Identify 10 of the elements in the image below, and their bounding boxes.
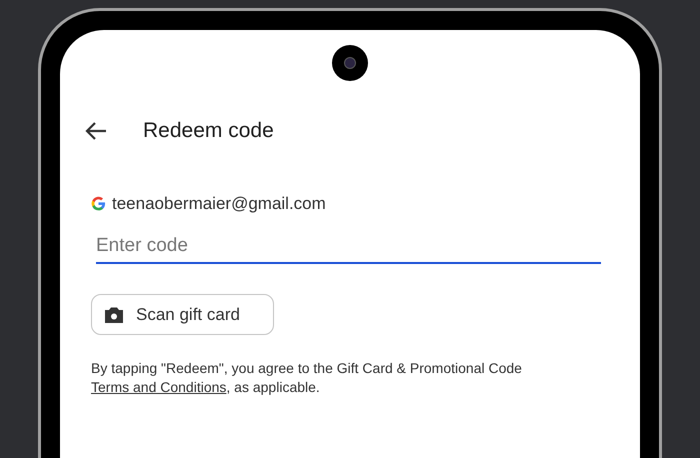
terms-disclaimer: By tapping "Redeem", you agree to the Gift Card & Promotional Code Terms and Conditions, as applicable.: [91, 359, 523, 397]
account-email: teenaobermaier@gmail.com: [112, 192, 326, 214]
scan-gift-card-button[interactable]: Scan gift card: [91, 294, 274, 335]
back-arrow-icon: [85, 120, 107, 141]
code-input-field[interactable]: Enter code: [96, 230, 601, 264]
page-title: Redeem code: [143, 118, 274, 144]
camera-icon: [104, 306, 124, 324]
front-camera: [332, 45, 368, 81]
terms-link[interactable]: Terms and Conditions: [91, 379, 226, 395]
google-logo-icon: [91, 196, 106, 211]
